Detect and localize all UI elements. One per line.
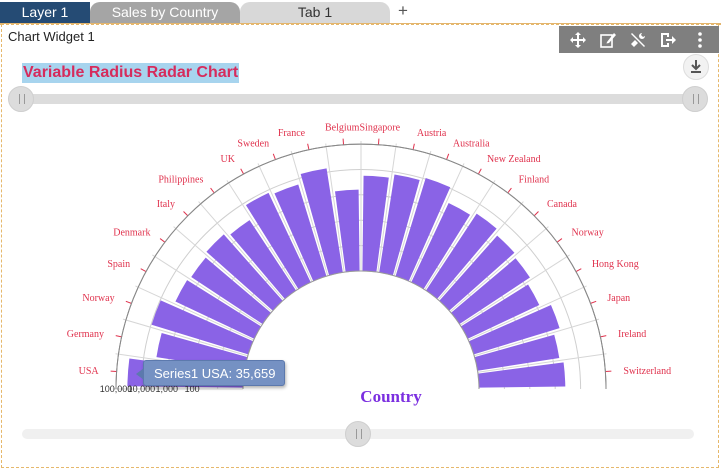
- category-label: Canada: [547, 199, 578, 210]
- tooltip-value: 35,659: [235, 366, 276, 381]
- category-label: Japan: [607, 293, 630, 304]
- bottom-range-slider-handle[interactable]: [345, 421, 371, 447]
- category-label: Hong Kong: [592, 259, 639, 270]
- category-label: Sweden: [237, 139, 269, 150]
- category-label: Singapore: [359, 123, 400, 134]
- category-tick: [125, 300, 132, 304]
- category-label: Australia: [453, 139, 490, 150]
- category-label: UK: [221, 154, 236, 165]
- tooltip-category: USA: [201, 366, 229, 381]
- category-tick: [159, 238, 166, 243]
- category-tick: [412, 143, 415, 150]
- chart-tooltip: Series1 USA: 35,659: [136, 360, 285, 386]
- category-tick: [183, 211, 189, 217]
- tooltip-series: Series1: [154, 366, 199, 381]
- category-tick: [272, 153, 276, 160]
- category-tick: [575, 268, 582, 273]
- category-label: Norway: [82, 293, 114, 304]
- category-tick: [140, 268, 147, 273]
- category-tick: [533, 211, 539, 217]
- category-tick: [477, 168, 482, 175]
- category-label: New Zealand: [487, 154, 541, 165]
- category-label: Switzerland: [623, 366, 671, 377]
- category-label: Denmark: [113, 227, 150, 238]
- category-tick: [240, 168, 245, 175]
- category-label: Philippines: [158, 174, 203, 185]
- category-label: Germany: [67, 329, 104, 340]
- category-tick: [446, 153, 450, 160]
- radar-chart: USA Germany Norway Spain Denmark Italy Philipp…: [67, 123, 671, 406]
- category-label: Spain: [107, 259, 130, 270]
- category-tick: [210, 187, 215, 194]
- category-label: Finland: [519, 174, 550, 185]
- category-label: France: [278, 128, 306, 139]
- category-tick: [556, 238, 563, 243]
- category-tick: [507, 187, 512, 194]
- category-label: USA: [79, 366, 100, 377]
- category-label: Austria: [417, 128, 447, 139]
- category-tick: [115, 335, 122, 338]
- category-tick: [600, 335, 607, 338]
- category-label: Norway: [572, 227, 604, 238]
- category-tick: [307, 143, 310, 150]
- category-tick: [590, 300, 597, 304]
- category-label: Italy: [157, 199, 175, 210]
- category-label: Ireland: [618, 329, 646, 340]
- x-axis-label: Country: [360, 387, 422, 406]
- category-label: Belgium: [325, 123, 360, 134]
